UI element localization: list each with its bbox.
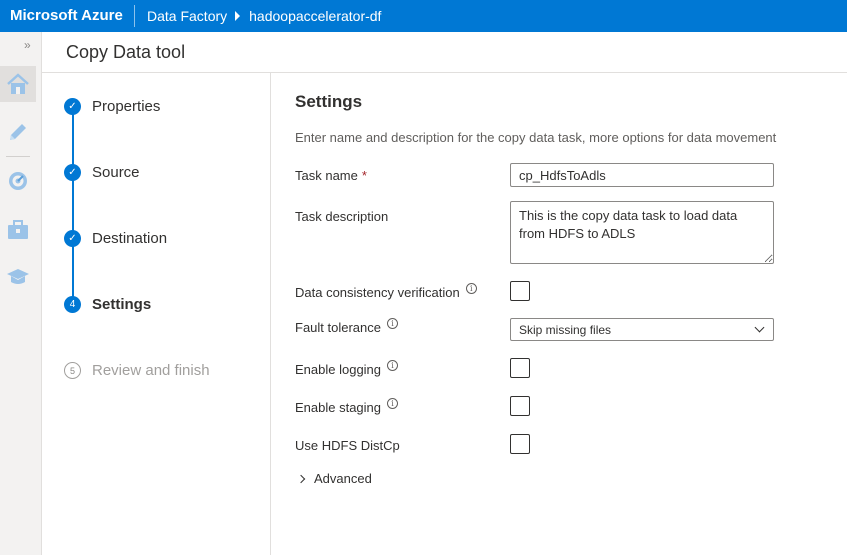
top-bar: Microsoft Azure Data Factory hadoopaccel… bbox=[0, 0, 847, 32]
left-nav-rail: » bbox=[0, 32, 42, 555]
enable-logging-label-text: Enable logging bbox=[295, 362, 382, 377]
step-number: 5 bbox=[64, 362, 81, 379]
enable-staging-label: Enable staging i bbox=[295, 398, 399, 415]
step-label: Review and finish bbox=[92, 362, 210, 379]
pencil-icon[interactable] bbox=[0, 114, 36, 150]
info-icon[interactable]: i bbox=[387, 360, 399, 371]
learn-icon[interactable] bbox=[0, 259, 36, 295]
fault-tolerance-value: Skip missing files bbox=[519, 323, 612, 337]
task-name-label: Task name * bbox=[295, 168, 367, 183]
enable-staging-label-text: Enable staging bbox=[295, 400, 382, 415]
monitor-icon[interactable] bbox=[0, 163, 36, 199]
step-label: Settings bbox=[92, 296, 152, 313]
use-hdfs-distcp-label: Use HDFS DistCp bbox=[295, 438, 400, 453]
rail-divider bbox=[6, 156, 30, 157]
step-check-icon: ✓ bbox=[64, 98, 81, 115]
step-label: Source bbox=[92, 164, 140, 181]
task-description-input[interactable]: This is the copy data task to load data … bbox=[510, 201, 774, 264]
step-destination[interactable]: ✓ Destination bbox=[64, 230, 167, 247]
step-source[interactable]: ✓ Source bbox=[64, 164, 140, 181]
home-icon[interactable] bbox=[0, 66, 36, 102]
brand-title[interactable]: Microsoft Azure bbox=[0, 5, 135, 27]
data-consistency-checkbox[interactable] bbox=[510, 281, 530, 301]
advanced-expander[interactable]: Advanced bbox=[296, 471, 372, 486]
settings-description: Enter name and description for the copy … bbox=[295, 130, 777, 145]
step-progress-line bbox=[72, 107, 74, 307]
enable-logging-label: Enable logging i bbox=[295, 360, 399, 377]
step-settings[interactable]: 4 Settings bbox=[64, 296, 151, 313]
step-check-icon: ✓ bbox=[64, 230, 81, 247]
chevron-down-icon bbox=[754, 322, 765, 333]
fault-tolerance-label: Fault tolerance i bbox=[295, 318, 398, 335]
task-description-label: Task description bbox=[295, 209, 389, 224]
info-icon[interactable]: i bbox=[387, 398, 399, 409]
enable-logging-checkbox[interactable] bbox=[510, 358, 530, 378]
settings-title: Settings bbox=[295, 92, 363, 111]
task-name-input[interactable] bbox=[510, 163, 774, 187]
fault-tolerance-label-text: Fault tolerance bbox=[295, 320, 381, 335]
expand-rail-icon[interactable]: » bbox=[24, 38, 31, 52]
chevron-right-icon bbox=[296, 474, 306, 483]
info-icon[interactable]: i bbox=[465, 283, 477, 294]
step-number: 4 bbox=[64, 296, 81, 313]
enable-staging-checkbox[interactable] bbox=[510, 396, 530, 416]
info-icon[interactable]: i bbox=[387, 318, 398, 329]
step-review-and-finish[interactable]: 5 Review and finish bbox=[64, 362, 210, 379]
required-marker: * bbox=[361, 168, 367, 183]
fault-tolerance-dropdown[interactable]: Skip missing files bbox=[510, 318, 774, 341]
task-name-label-text: Task name bbox=[295, 168, 358, 183]
manage-icon[interactable] bbox=[0, 212, 36, 248]
step-label: Destination bbox=[92, 230, 168, 247]
use-hdfs-distcp-checkbox[interactable] bbox=[510, 434, 530, 454]
breadcrumb-data-factory[interactable]: Data Factory bbox=[147, 8, 227, 24]
step-properties[interactable]: ✓ Properties bbox=[64, 98, 160, 115]
data-consistency-label-text: Data consistency verification bbox=[295, 285, 460, 300]
data-consistency-label: Data consistency verification i bbox=[295, 283, 477, 300]
advanced-label: Advanced bbox=[314, 471, 372, 486]
breadcrumb-factory-name[interactable]: hadoopaccelerator-df bbox=[249, 8, 381, 24]
wizard-steps-panel: ✓ Properties ✓ Source ✓ Destination 4 Se… bbox=[42, 73, 271, 555]
page-title: Copy Data tool bbox=[66, 42, 186, 62]
step-check-icon: ✓ bbox=[64, 164, 81, 181]
breadcrumb-chevron-icon bbox=[235, 11, 241, 21]
step-label: Properties bbox=[92, 98, 161, 115]
